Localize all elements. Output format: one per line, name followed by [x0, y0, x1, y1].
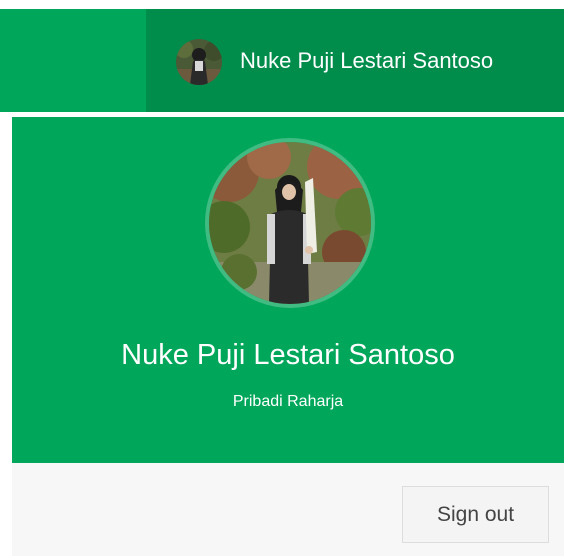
user-footer: Sign out: [12, 463, 564, 556]
user-header: Nuke Puji Lestari Santoso Pribadi Raharj…: [12, 117, 564, 463]
user-full-name: Nuke Puji Lestari Santoso: [121, 339, 455, 371]
navbar: Nuke Puji Lestari Santoso: [0, 9, 564, 112]
user-avatar-small: [176, 39, 222, 85]
user-menu-toggle[interactable]: Nuke Puji Lestari Santoso: [146, 9, 564, 112]
user-subtitle: Pribadi Raharja: [232, 393, 344, 410]
sign-out-button[interactable]: Sign out: [402, 486, 549, 543]
navbar-user-name: Nuke Puji Lestari Santoso: [240, 47, 494, 73]
user-avatar-large: [205, 138, 375, 308]
